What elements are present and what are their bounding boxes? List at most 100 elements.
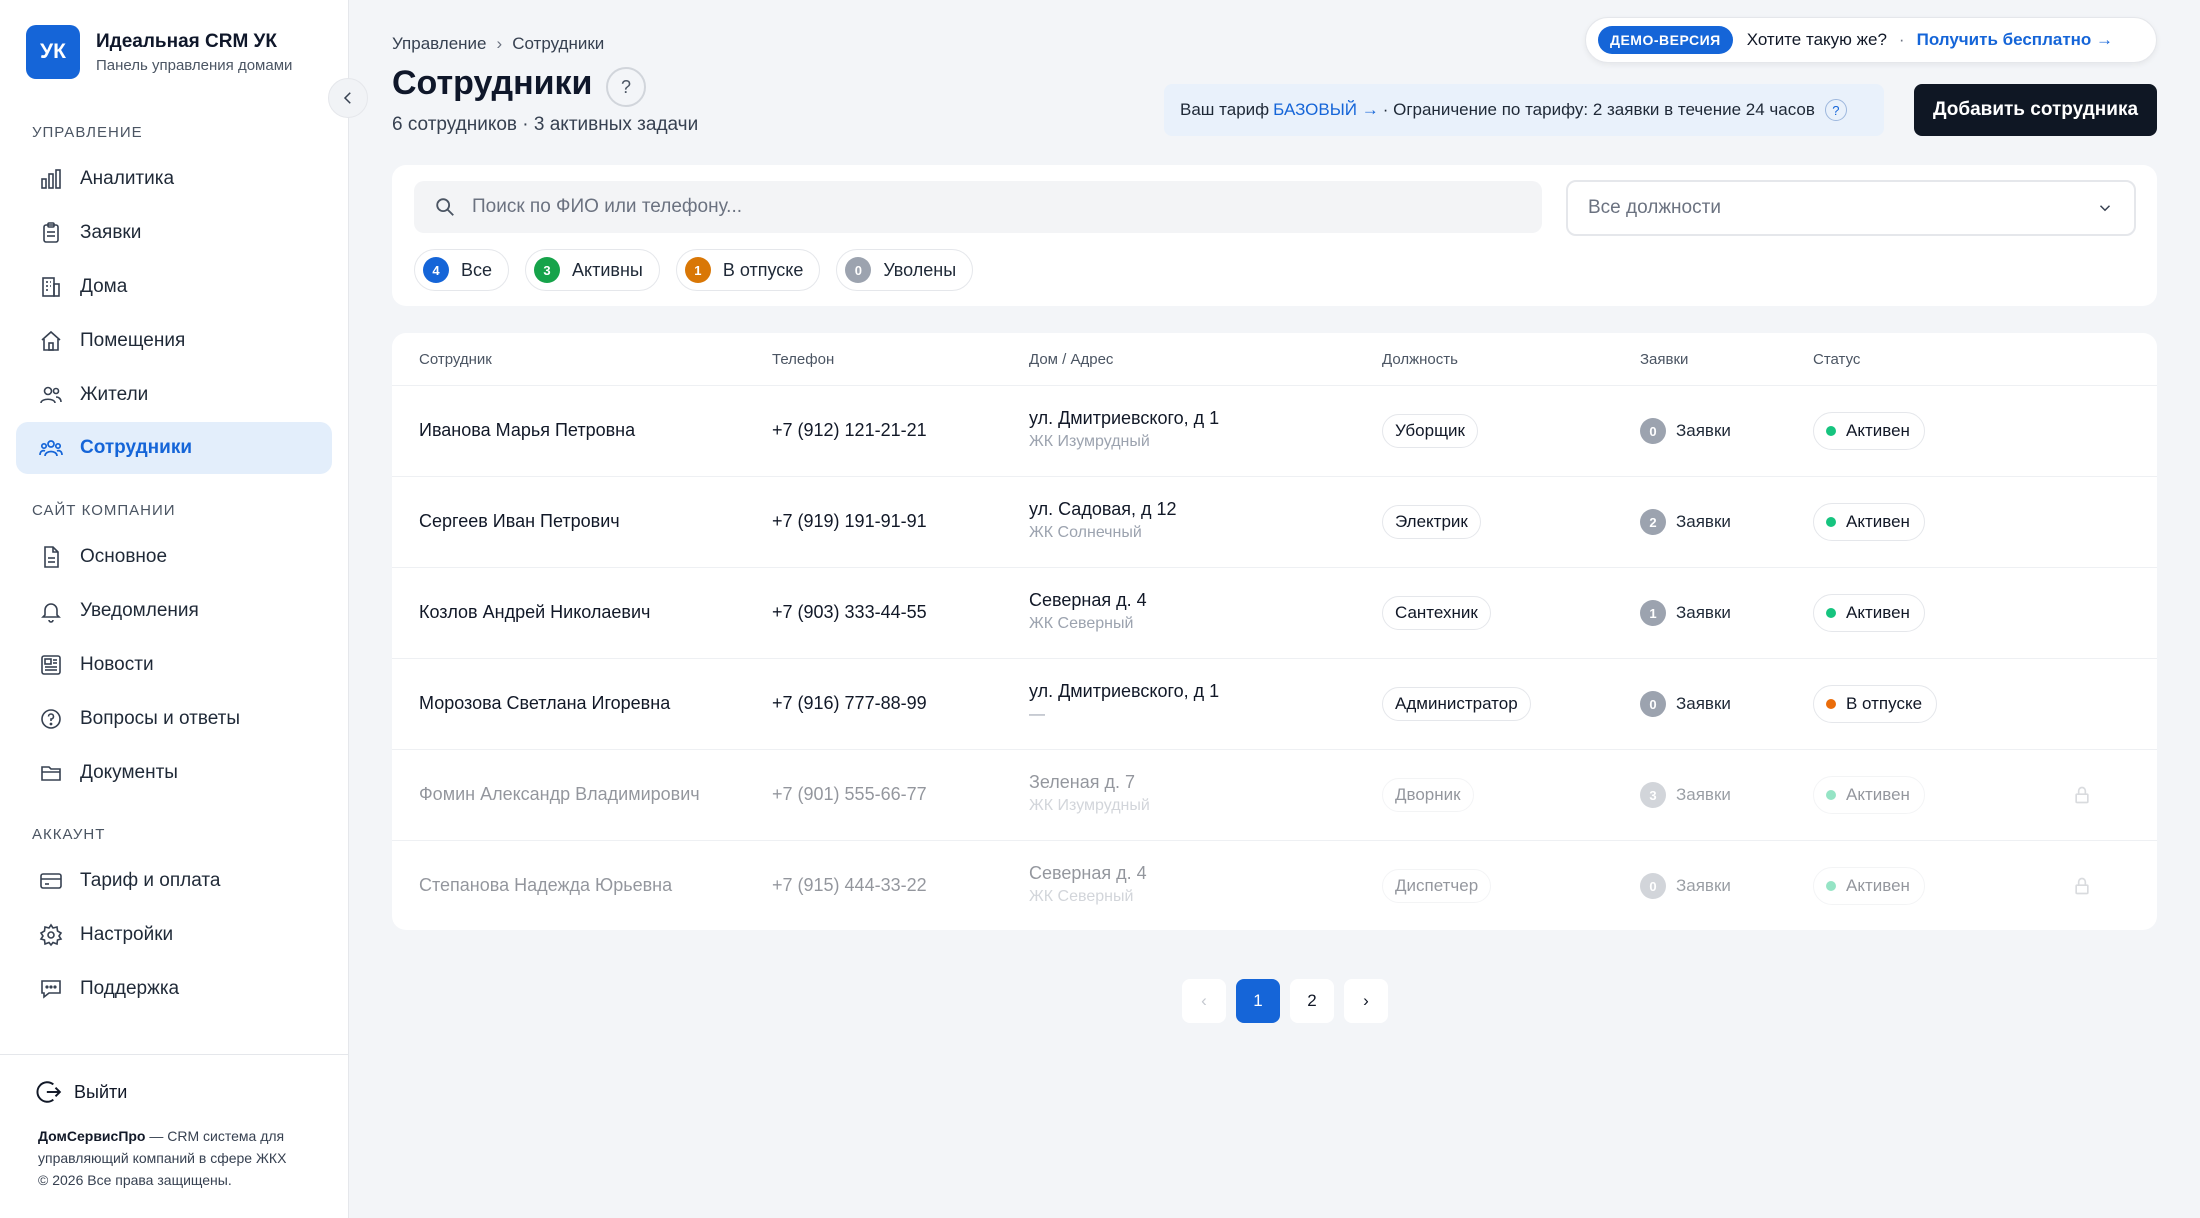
section-title-management: УПРАВЛЕНИЕ: [32, 124, 143, 141]
sidebar-item-houses[interactable]: Дома: [16, 261, 332, 313]
status-dot: [1826, 699, 1836, 709]
sidebar-item-notifications[interactable]: Уведомления: [16, 585, 332, 637]
status-label: В отпуске: [1846, 694, 1923, 713]
prev-page-button[interactable]: ‹: [1182, 979, 1226, 1023]
chip-vacation[interactable]: 1 В отпуске: [675, 249, 821, 291]
chip-active[interactable]: 3 Активны: [525, 249, 660, 291]
search-box[interactable]: [414, 181, 1542, 233]
sidebar-item-support[interactable]: Поддержка: [16, 963, 332, 1015]
employee-phone: +7 (915) 444-33-22: [772, 875, 927, 895]
collapse-sidebar-button[interactable]: [328, 78, 368, 118]
table-row[interactable]: Морозова Светлана Игоревна +7 (916) 777-8…: [392, 659, 2157, 750]
employee-address: ул. Дмитриевского, д 1 ЖК Изумрудный: [1029, 408, 1219, 451]
sidebar-item-label: Вопросы и ответы: [80, 708, 241, 729]
sidebar-item-billing[interactable]: Тариф и оплата: [16, 855, 332, 907]
employee-address: ул. Садовая, д 12 ЖК Солнечный: [1029, 499, 1176, 542]
requests-count[interactable]: 1 Заявки: [1640, 600, 1731, 626]
requests-number: 0: [1640, 418, 1666, 444]
sidebar-footer: Выйти ДомСервисПро — CRM система для упр…: [0, 1054, 349, 1218]
sidebar-item-label: Тариф и оплата: [80, 870, 221, 891]
sidebar-item-settings[interactable]: Настройки: [16, 909, 332, 961]
requests-label: Заявки: [1676, 694, 1731, 713]
tariff-help-icon[interactable]: ?: [1824, 99, 1847, 121]
breadcrumb-parent[interactable]: Управление: [392, 34, 487, 54]
status-badge: В отпуске: [1813, 685, 1938, 723]
sidebar-item-analytics[interactable]: Аналитика: [16, 153, 332, 205]
chip-count: 3: [534, 257, 561, 283]
home-icon: [38, 328, 64, 354]
employee-name[interactable]: Степанова Надежда Юрьевна: [419, 875, 672, 896]
address-complex: ЖК Изумрудный: [1029, 433, 1150, 450]
chip-label: Все: [461, 259, 493, 280]
chart-icon: [38, 166, 64, 192]
sidebar-item-label: Сотрудники: [80, 437, 193, 458]
position-tag: Уборщик: [1382, 414, 1478, 448]
chip-label: В отпуске: [722, 259, 804, 280]
get-free-link[interactable]: Получить бесплатно →: [1917, 30, 2113, 50]
add-employee-button[interactable]: Добавить сотрудника: [1914, 84, 2157, 136]
logout-button[interactable]: Выйти: [36, 1079, 127, 1105]
sidebar-item-residents[interactable]: Жители: [16, 369, 332, 421]
lock-icon[interactable]: [2072, 876, 2092, 896]
requests-count[interactable]: 0 Заявки: [1640, 873, 1731, 899]
requests-count[interactable]: 0 Заявки: [1640, 691, 1731, 717]
address-complex: ЖК Северный: [1029, 615, 1134, 632]
next-page-button[interactable]: ›: [1344, 979, 1388, 1023]
sidebar-item-employees[interactable]: Сотрудники: [16, 422, 332, 474]
employee-name[interactable]: Сергеев Иван Петрович: [419, 511, 620, 532]
folder-icon: [38, 760, 64, 786]
table-row[interactable]: Степанова Надежда Юрьевна +7 (915) 444-33…: [392, 841, 2157, 930]
requests-count[interactable]: 2 Заявки: [1640, 509, 1731, 535]
column-header: Заявки: [1640, 351, 1689, 368]
tariff-plan-link[interactable]: БАЗОВЫЙ →: [1273, 100, 1379, 120]
employee-phone: +7 (912) 121-21-21: [772, 420, 927, 440]
sidebar-item-general[interactable]: Основное: [16, 531, 332, 583]
brand[interactable]: УК Идеальная CRM УК Панель управления до…: [26, 25, 292, 79]
page-button-1[interactable]: 1: [1236, 979, 1280, 1023]
sidebar-item-label: Аналитика: [80, 168, 175, 189]
page-button-2[interactable]: 2: [1290, 979, 1334, 1023]
sidebar-item-faq[interactable]: Вопросы и ответы: [16, 693, 332, 745]
column-header: Должность: [1382, 351, 1458, 368]
search-input[interactable]: [472, 196, 1472, 218]
card-icon: [38, 868, 64, 894]
sidebar-item-premises[interactable]: Помещения: [16, 315, 332, 367]
table-row[interactable]: Фомин Александр Владимирович +7 (901) 555…: [392, 750, 2157, 841]
requests-number: 0: [1640, 873, 1666, 899]
status-badge: Активен: [1813, 776, 1925, 814]
requests-label: Заявки: [1676, 603, 1731, 622]
table-row[interactable]: Сергеев Иван Петрович +7 (919) 191-91-91 у…: [392, 477, 2157, 568]
filter-card: Все должности 4 Все 3 Активны 1 В отпуске 0…: [392, 165, 2157, 306]
requests-count[interactable]: 0 Заявки: [1640, 418, 1731, 444]
table-row[interactable]: Иванова Марья Петровна +7 (912) 121-21-21…: [392, 386, 2157, 477]
position-tag: Диспетчер: [1382, 869, 1492, 903]
chevron-left-icon: [343, 92, 351, 104]
breadcrumb-current: Сотрудники: [512, 34, 605, 53]
sidebar-item-news[interactable]: Новости: [16, 639, 332, 691]
address-street: ул. Дмитриевского, д 1: [1029, 681, 1220, 701]
column-header: Дом / Адрес: [1029, 351, 1114, 368]
brand-name: Идеальная CRM УК: [96, 30, 277, 52]
address-complex: —: [1029, 706, 1045, 723]
column-header: Сотрудник: [419, 351, 492, 368]
position-select[interactable]: Все должности: [1566, 180, 2136, 236]
employee-name[interactable]: Фомин Александр Владимирович: [419, 784, 700, 805]
team-icon: [38, 435, 64, 461]
chip-all[interactable]: 4 Все: [414, 249, 510, 291]
employee-name[interactable]: Иванова Марья Петровна: [419, 420, 635, 441]
sidebar-item-requests[interactable]: Заявки: [16, 207, 332, 259]
status-label: Активен: [1846, 512, 1910, 531]
address-street: Северная д. 4: [1029, 863, 1147, 883]
status-dot: [1826, 881, 1836, 891]
chip-fired[interactable]: 0 Уволены: [836, 249, 974, 291]
sidebar-item-documents[interactable]: Документы: [16, 747, 332, 799]
table-row[interactable]: Козлов Андрей Николаевич +7 (903) 333-44-…: [392, 568, 2157, 659]
copyright: ДомСервисПро — CRM система для управляющ…: [38, 1125, 328, 1191]
employee-name[interactable]: Морозова Светлана Игоревна: [419, 693, 670, 714]
employee-address: Зеленая д. 7 ЖК Изумрудный: [1029, 772, 1150, 815]
help-button[interactable]: ?: [606, 67, 646, 107]
lock-icon[interactable]: [2072, 785, 2092, 805]
employee-name[interactable]: Козлов Андрей Николаевич: [419, 602, 650, 623]
chip-label: Активны: [572, 259, 643, 280]
requests-count[interactable]: 3 Заявки: [1640, 782, 1731, 808]
